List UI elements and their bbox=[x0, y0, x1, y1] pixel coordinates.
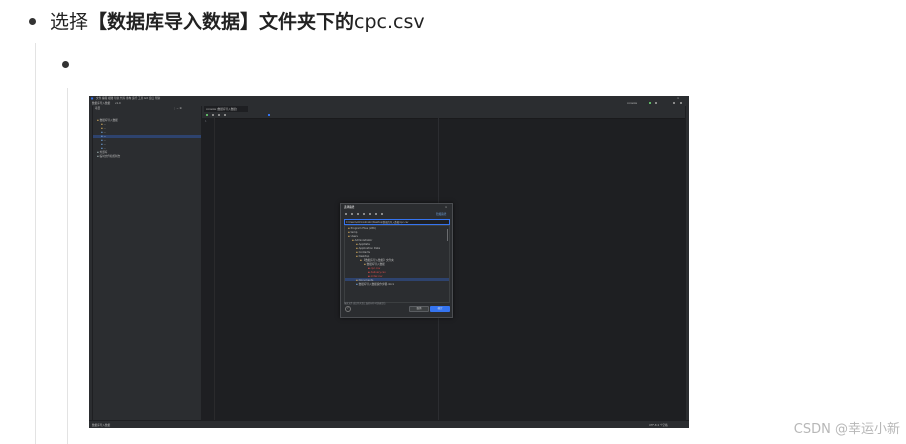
hide-path-link[interactable]: 隐藏路径 bbox=[436, 213, 446, 216]
editor-tab-label: console [数据库导入数据] bbox=[206, 107, 237, 111]
schema-icon[interactable] bbox=[268, 114, 270, 116]
file-tree: ▪ Program Files (x86) ▪ temp ▪ Users ▪ A… bbox=[344, 225, 450, 303]
help-button[interactable]: ? bbox=[345, 306, 351, 312]
project-tree-item[interactable]: ▪ … bbox=[101, 131, 106, 134]
csv-file-order[interactable]: ▪ order.csv bbox=[368, 275, 382, 278]
dialog-close-icon[interactable]: × bbox=[445, 206, 447, 209]
tx-icon[interactable] bbox=[218, 114, 220, 116]
history-icon[interactable] bbox=[212, 114, 214, 116]
external-libraries[interactable]: ▪ 外部库 bbox=[97, 151, 107, 154]
debug-icon[interactable] bbox=[655, 102, 657, 104]
step-prefix: 选择 bbox=[50, 11, 89, 33]
execute-icon[interactable] bbox=[206, 114, 208, 116]
refresh-icon[interactable] bbox=[375, 213, 377, 215]
csv-file-delivery[interactable]: ▪ delivery.csv bbox=[368, 271, 386, 274]
dialog-titlebar: 选择路径 × bbox=[341, 204, 452, 210]
project-tree-item[interactable]: ▪ … bbox=[101, 127, 106, 130]
nav-branch[interactable]: v1.0 bbox=[115, 102, 121, 105]
project-tree-item[interactable]: ▪ … bbox=[101, 147, 106, 150]
file-tree-item[interactable]: ▪ Program Files (x86) bbox=[348, 227, 376, 230]
path-value: C:\Users\Administrator\Desktop\数据库导入数据\c… bbox=[346, 220, 409, 224]
ide-statusbar: 数据库导入数据 UTF-8 4 个空格 bbox=[89, 420, 689, 428]
file-tree-item[interactable]: ▪ 【数据库导入数据】文件夹 bbox=[360, 259, 394, 262]
show-hidden-icon[interactable] bbox=[381, 213, 383, 215]
project-tree-root[interactable]: ▪ 数据库导入数据 bbox=[97, 119, 118, 122]
file-tree-item[interactable]: ▪ 数据库导入数据操作步骤.docx bbox=[356, 283, 394, 286]
right-tool-strip bbox=[685, 106, 689, 420]
delete-icon[interactable] bbox=[369, 213, 371, 215]
desktop-icon[interactable] bbox=[351, 213, 353, 215]
run-config-selector[interactable]: console bbox=[627, 102, 637, 105]
status-project[interactable]: 数据库导入数据 bbox=[92, 424, 110, 427]
search-icon[interactable] bbox=[673, 102, 675, 104]
project-panel: 项目 ⋮ − ⚙ ▪ 数据库导入数据 ▪ … ▪ … ▪ … ▪ … ▪ … ▪… bbox=[93, 106, 202, 420]
home-icon[interactable] bbox=[345, 213, 347, 215]
scratches-and-consoles[interactable]: ▪ 临时文件和控制台 bbox=[97, 155, 120, 158]
playground-icon[interactable] bbox=[224, 114, 226, 116]
step-folder-name: 【数据库导入数据】文件夹下的 bbox=[88, 11, 355, 33]
step-filename: cpc.csv bbox=[354, 11, 425, 33]
status-encoding[interactable]: UTF-8 4 个空格 bbox=[649, 424, 668, 427]
file-tree-scrollbar[interactable] bbox=[447, 229, 448, 241]
step-instruction: 选择【数据库导入数据】文件夹下的cpc.csv bbox=[50, 9, 425, 35]
drag-drop-hint: 拖放文件或文件夹到上面的树中可快速定位 bbox=[344, 302, 386, 305]
project-tree-item-selected[interactable]: ▪ … bbox=[101, 135, 106, 138]
panel-options-icon[interactable]: ⋮ − ⚙ bbox=[173, 107, 182, 110]
run-icon[interactable] bbox=[649, 102, 651, 104]
file-tree-item[interactable]: ▪ Application Data bbox=[356, 247, 380, 250]
choose-path-dialog: 选择路径 × 隐藏路径 C:\Users\Administrator\Deskt… bbox=[340, 203, 453, 318]
nav-project[interactable]: 数据库导入数据 bbox=[92, 102, 110, 105]
project-selected-row bbox=[93, 135, 201, 138]
file-tree-item[interactable]: ▪ temp bbox=[348, 231, 357, 234]
file-tree-item[interactable]: ▪ AppData bbox=[356, 243, 370, 246]
project-panel-title: 项目 bbox=[95, 107, 101, 110]
line-number: 1 bbox=[205, 120, 207, 123]
file-tree-item[interactable]: ▪ Desktop bbox=[356, 255, 369, 258]
dialog-title: 选择路径 bbox=[344, 205, 355, 209]
list-guide-line bbox=[35, 43, 36, 444]
file-tree-item[interactable]: ▪ Users bbox=[348, 235, 358, 238]
file-tree-item[interactable]: ▪ Administrator bbox=[352, 239, 372, 242]
nested-list-bullet bbox=[62, 61, 69, 68]
project-tree-item[interactable]: ▪ … bbox=[101, 143, 106, 146]
project-tree-item[interactable]: ▪ … bbox=[101, 139, 106, 142]
ide-screenshot: ■ 文件 编辑 视图 导航 代码 重构 运行 工具 Git 窗口 帮助 × 数据… bbox=[89, 96, 689, 428]
ok-button[interactable]: 确定 bbox=[430, 306, 450, 312]
list-bullet bbox=[29, 18, 36, 25]
gear-icon[interactable] bbox=[680, 102, 682, 104]
watermark: CSDN @幸运小新 bbox=[793, 422, 900, 437]
file-tree-item[interactable]: ▪ Contacts bbox=[356, 251, 370, 254]
project-icon[interactable] bbox=[357, 213, 359, 215]
editor-toolbar bbox=[202, 112, 685, 119]
file-tree-item[interactable]: ▪ 数据库导入数据 bbox=[364, 263, 385, 266]
new-folder-icon[interactable] bbox=[363, 213, 365, 215]
file-tree-item[interactable]: ▪ Documents bbox=[356, 279, 373, 282]
cancel-button[interactable]: 取消 bbox=[409, 306, 429, 312]
csv-file-cpc[interactable]: ▪ cpc.csv bbox=[368, 267, 380, 270]
nested-list-guide-line bbox=[67, 88, 68, 444]
project-tree-item[interactable]: ▪ … bbox=[101, 123, 106, 126]
editor-gutter: 1 bbox=[202, 118, 215, 420]
